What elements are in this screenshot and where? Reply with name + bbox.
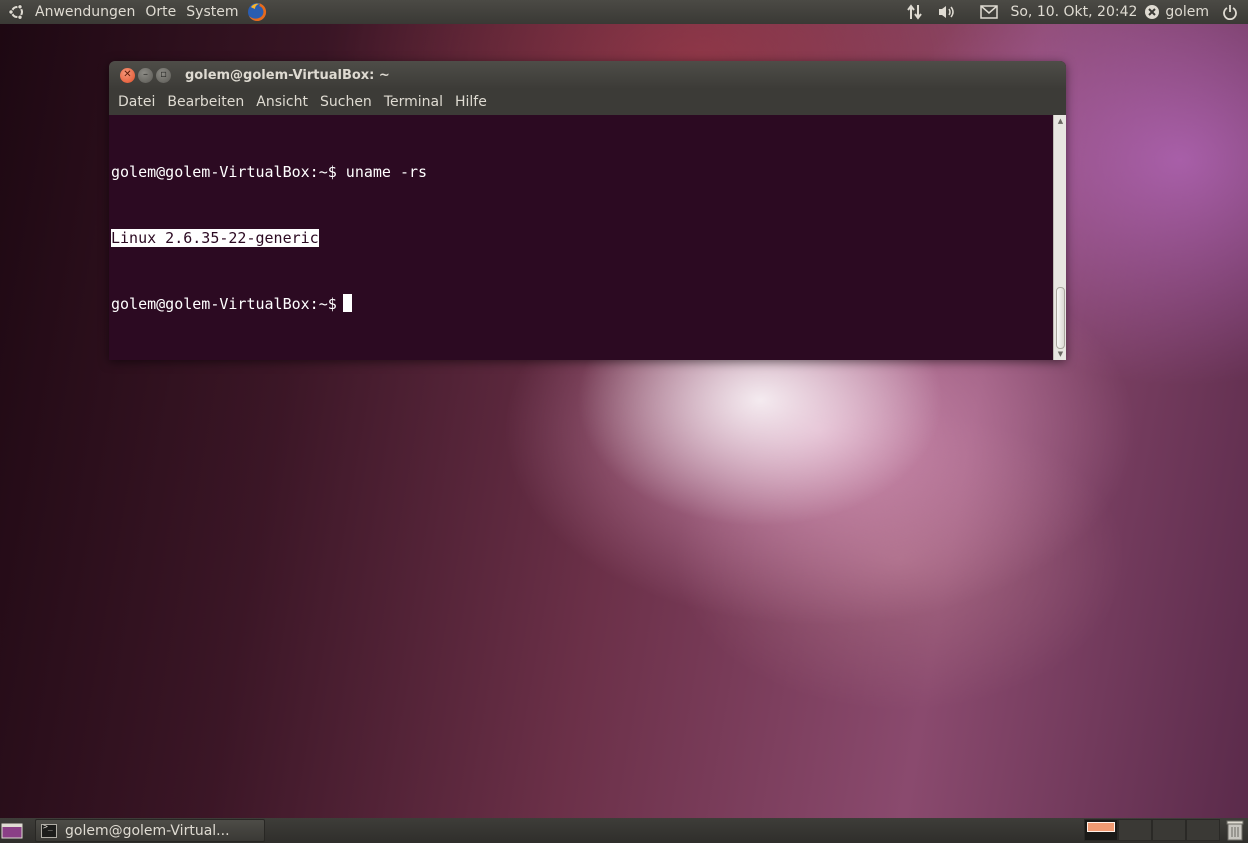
terminal-line-selected: Linux 2.6.35-22-generic <box>111 229 319 247</box>
terminal-area[interactable]: golem@golem-VirtualBox:~$ uname -rs Linu… <box>109 115 1066 360</box>
system-tray: So, 10. Okt, 20:42 golem <box>899 0 1248 24</box>
menu-orte[interactable]: Orte <box>140 0 181 24</box>
user-status-icon[interactable] <box>1144 2 1160 22</box>
mail-icon[interactable] <box>979 2 999 22</box>
menu-datei[interactable]: Datei <box>112 94 161 110</box>
menu-hilfe[interactable]: Hilfe <box>449 94 493 110</box>
minimize-button[interactable]: – <box>138 67 153 83</box>
user-name[interactable]: golem <box>1160 0 1214 24</box>
terminal-menubar: Datei Bearbeiten Ansicht Suchen Terminal… <box>109 89 1066 115</box>
menu-anwendungen[interactable]: Anwendungen <box>30 0 140 24</box>
workspace-3[interactable] <box>1152 819 1186 841</box>
window-title: golem@golem-VirtualBox: ~ <box>185 67 390 83</box>
firefox-icon[interactable] <box>246 1 268 23</box>
terminal-window[interactable]: ✕ – ▫ golem@golem-VirtualBox: ~ Datei Be… <box>109 61 1066 360</box>
bottom-panel: golem@golem-Virtual... <box>0 818 1248 843</box>
terminal-scrollbar[interactable]: ▲ ▼ <box>1053 115 1066 360</box>
trash-icon[interactable] <box>1225 819 1245 841</box>
workspace-switcher <box>1084 819 1220 841</box>
menu-bearbeiten[interactable]: Bearbeiten <box>161 94 250 110</box>
power-icon[interactable] <box>1220 2 1240 22</box>
scroll-up-arrow-icon[interactable]: ▲ <box>1054 115 1066 127</box>
menu-terminal[interactable]: Terminal <box>378 94 449 110</box>
terminal-output[interactable]: golem@golem-VirtualBox:~$ uname -rs Linu… <box>111 117 1052 360</box>
show-desktop-icon[interactable] <box>1 822 23 840</box>
terminal-line: golem@golem-VirtualBox:~$ uname -rs <box>111 163 428 181</box>
menu-suchen[interactable]: Suchen <box>314 94 378 110</box>
window-titlebar[interactable]: ✕ – ▫ golem@golem-VirtualBox: ~ <box>109 61 1066 89</box>
network-icon[interactable] <box>905 2 925 22</box>
task-label: golem@golem-Virtual... <box>65 822 230 839</box>
workspace-window-preview <box>1087 822 1115 832</box>
terminal-icon <box>41 822 57 838</box>
scroll-thumb[interactable] <box>1056 287 1065 349</box>
taskbar-terminal-button[interactable]: golem@golem-Virtual... <box>35 819 265 842</box>
text-cursor <box>342 294 352 312</box>
menu-ansicht[interactable]: Ansicht <box>250 94 314 110</box>
maximize-button[interactable]: ▫ <box>156 67 171 83</box>
scroll-down-arrow-icon[interactable]: ▼ <box>1054 348 1066 360</box>
workspace-2[interactable] <box>1118 819 1152 841</box>
terminal-prompt: golem@golem-VirtualBox:~$ <box>111 295 337 313</box>
ubuntu-logo-icon[interactable] <box>8 3 26 21</box>
volume-icon[interactable] <box>937 2 957 22</box>
close-button[interactable]: ✕ <box>120 67 135 83</box>
top-panel: Anwendungen Orte System So, 10. Okt, 20:… <box>0 0 1248 24</box>
menu-system[interactable]: System <box>181 0 243 24</box>
workspace-4[interactable] <box>1186 819 1220 841</box>
clock[interactable]: So, 10. Okt, 20:42 <box>1005 0 1142 24</box>
workspace-1[interactable] <box>1084 819 1118 841</box>
